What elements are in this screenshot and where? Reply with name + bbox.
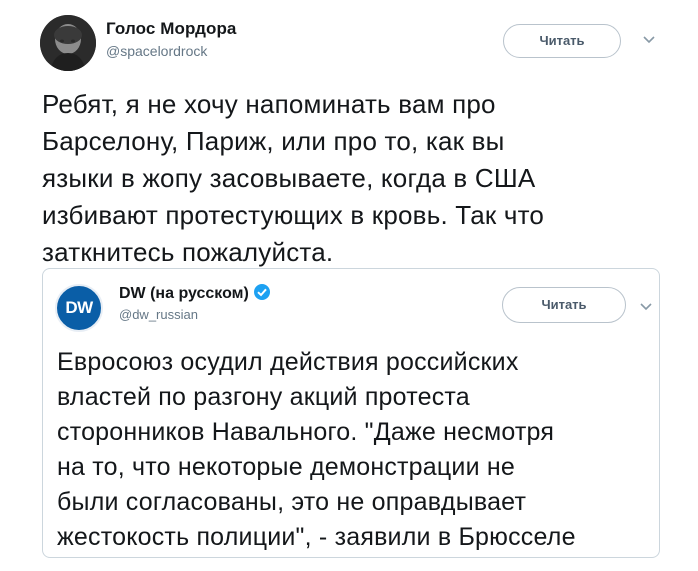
author-handle[interactable]: @spacelordrock — [106, 43, 207, 59]
avatar-image — [40, 15, 96, 71]
author-display-name[interactable]: Голос Мордора — [106, 19, 237, 39]
quoted-tweet-text: Евросоюз осудил действия российских влас… — [57, 348, 576, 551]
chevron-down-icon[interactable] — [639, 302, 653, 312]
chevron-down-icon[interactable] — [642, 35, 656, 45]
follow-button[interactable]: Читать — [503, 24, 621, 58]
tweet-text: Ребят, я не хочу напоминать вам про Барс… — [42, 89, 545, 267]
quoted-author-display-name[interactable]: DW (на русском) — [119, 285, 249, 302]
dw-logo[interactable]: DW — [55, 284, 103, 332]
quoted-author-name[interactable]: DW (на русском) — [119, 283, 271, 303]
quoted-author-handle[interactable]: @dw_russian — [119, 307, 198, 322]
verified-badge-icon — [253, 284, 270, 300]
avatar[interactable] — [40, 15, 96, 71]
quoted-follow-button[interactable]: Читать — [502, 287, 626, 323]
quoted-tweet-card[interactable]: DW DW (на русском) @dw_russian Читать Ев… — [42, 268, 660, 558]
